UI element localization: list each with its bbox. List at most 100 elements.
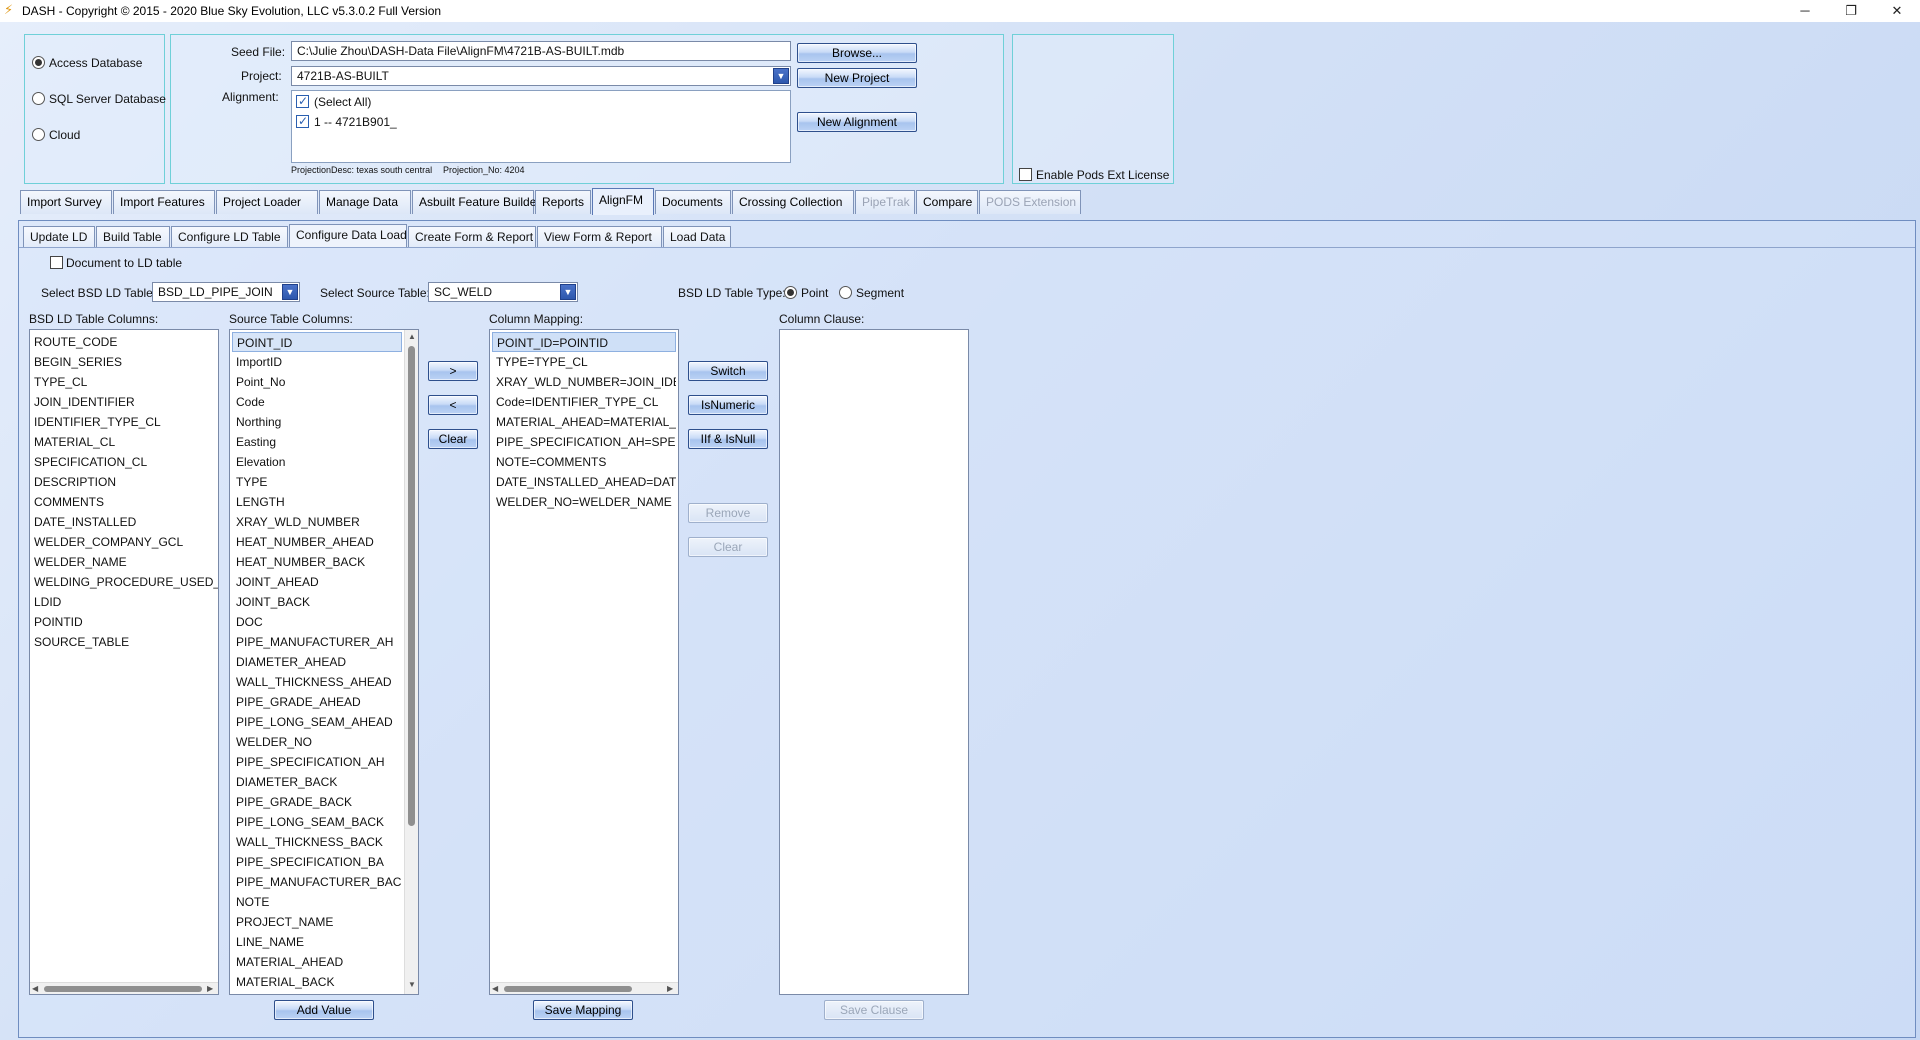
source-column-item[interactable]: PROJECT_NAME — [232, 912, 402, 932]
main-tab[interactable]: Compare — [916, 190, 978, 214]
scroll-up-icon[interactable]: ▲ — [408, 332, 416, 341]
horizontal-scrollbar[interactable]: ◀ ▶ — [30, 982, 218, 994]
browse-button[interactable]: Browse... — [797, 43, 917, 63]
select-all-checkbox[interactable] — [296, 94, 309, 108]
bsd-column-item[interactable]: TYPE_CL — [30, 372, 218, 392]
source-column-item[interactable]: WELDER_NO — [232, 732, 402, 752]
iif-isnull-button[interactable]: IIf & IsNull — [688, 429, 768, 449]
bsd-column-item[interactable]: ROUTE_CODE — [30, 332, 218, 352]
source-column-item[interactable]: PIPE_LONG_SEAM_BACK — [232, 812, 402, 832]
isnumeric-button[interactable]: IsNumeric — [688, 395, 768, 415]
bsd-column-item[interactable]: BEGIN_SERIES — [30, 352, 218, 372]
enable-pods-checkbox[interactable] — [1019, 168, 1032, 181]
save-mapping-button[interactable]: Save Mapping — [533, 1000, 633, 1020]
source-column-item[interactable]: PIPE_LONG_SEAM_AHEAD — [232, 712, 402, 732]
source-column-item[interactable]: XRAY_WLD_NUMBER — [232, 512, 402, 532]
main-tab[interactable]: PipeTrak — [855, 190, 915, 214]
source-column-item[interactable]: MATERIAL_BACK — [232, 972, 402, 992]
add-value-button[interactable]: Add Value — [274, 1000, 374, 1020]
remove-mapping-button[interactable]: < — [428, 395, 478, 415]
source-column-item[interactable]: MATERIAL_AHEAD — [232, 952, 402, 972]
switch-button[interactable]: Switch — [688, 361, 768, 381]
mapping-item[interactable]: Code=IDENTIFIER_TYPE_CL — [492, 392, 676, 412]
bsd-column-item[interactable]: JOIN_IDENTIFIER — [30, 392, 218, 412]
source-column-item[interactable]: Elevation — [232, 452, 402, 472]
main-tab[interactable]: Import Survey — [20, 190, 112, 214]
scroll-right-icon[interactable]: ▶ — [207, 984, 213, 993]
bsd-column-item[interactable]: IDENTIFIER_TYPE_CL — [30, 412, 218, 432]
main-tab[interactable]: Import Features — [113, 190, 215, 214]
source-column-item[interactable]: LENGTH — [232, 492, 402, 512]
add-mapping-button[interactable]: > — [428, 361, 478, 381]
bsd-column-item[interactable]: POINTID — [30, 612, 218, 632]
source-column-item[interactable]: HEAT_NUMBER_AHEAD — [232, 532, 402, 552]
source-column-item[interactable]: POINT_ID — [232, 332, 402, 352]
document-to-ld-checkbox[interactable] — [50, 256, 63, 269]
save-clause-button[interactable]: Save Clause — [824, 1000, 924, 1020]
scroll-left-icon[interactable]: ◀ — [492, 984, 498, 993]
source-column-item[interactable]: NOTE — [232, 892, 402, 912]
main-tab[interactable]: Reports — [535, 190, 591, 214]
project-select[interactable]: 4721B-AS-BUILT ▼ — [291, 66, 791, 86]
new-project-button[interactable]: New Project — [797, 68, 917, 88]
source-column-item[interactable]: DOC — [232, 612, 402, 632]
sub-tab[interactable]: Update LD — [23, 226, 95, 247]
clear-clause-button[interactable]: Clear — [688, 537, 768, 557]
minimize-button[interactable]: ─ — [1782, 0, 1828, 22]
source-column-item[interactable]: DIAMETER_AHEAD — [232, 652, 402, 672]
bsd-column-item[interactable]: DATE_INSTALLED — [30, 512, 218, 532]
column-mapping-list[interactable]: POINT_ID=POINTID TYPE=TYPE_CL XRAY_WLD_NUM… — [489, 329, 679, 995]
mapping-item[interactable]: DATE_INSTALLED_AHEAD=DATE_INSTALLED — [492, 472, 676, 492]
source-column-item[interactable]: Easting — [232, 432, 402, 452]
close-button[interactable]: ✕ — [1874, 0, 1920, 22]
mapping-item[interactable]: PIPE_SPECIFICATION_AH=SPECIFICATION_CL — [492, 432, 676, 452]
source-column-item[interactable]: LINE_NAME — [232, 932, 402, 952]
source-column-item[interactable]: JOINT_AHEAD — [232, 572, 402, 592]
source-column-item[interactable]: Point_No — [232, 372, 402, 392]
main-tab[interactable]: AlignFM — [592, 188, 654, 215]
point-radio[interactable] — [784, 286, 797, 299]
sub-tab[interactable]: Load Data — [663, 226, 731, 247]
bsd-columns-list[interactable]: ROUTE_CODE BEGIN_SERIES TYPE_CL JOIN_IDENTI… — [29, 329, 219, 995]
mapping-item[interactable]: NOTE=COMMENTS — [492, 452, 676, 472]
scroll-right-icon[interactable]: ▶ — [667, 984, 673, 993]
main-tab[interactable]: Project Loader — [216, 190, 318, 214]
source-column-item[interactable]: PIPE_GRADE_AHEAD — [232, 692, 402, 712]
source-column-item[interactable]: WALL_THICKNESS_AHEAD — [232, 672, 402, 692]
main-tab[interactable]: Crossing Collection — [732, 190, 854, 214]
bsd-column-item[interactable]: DESCRIPTION — [30, 472, 218, 492]
mapping-item[interactable]: TYPE=TYPE_CL — [492, 352, 676, 372]
bsd-column-item[interactable]: MATERIAL_CL — [30, 432, 218, 452]
bsd-column-item[interactable]: WELDER_NAME — [30, 552, 218, 572]
source-columns-list[interactable]: POINT_ID ImportID Point_No Code Northing East… — [229, 329, 419, 995]
horizontal-scrollbar[interactable]: ◀ ▶ — [490, 982, 678, 994]
bsd-column-item[interactable]: SOURCE_TABLE — [30, 632, 218, 652]
source-column-item[interactable]: PIPE_MANUFACTURER_BAC — [232, 872, 402, 892]
main-tab[interactable]: Asbuilt Feature Builder — [412, 190, 540, 214]
source-column-item[interactable]: PIPE_MANUFACTURER_AH — [232, 632, 402, 652]
sub-tab[interactable]: Create Form & Report — [408, 226, 536, 247]
scroll-left-icon[interactable]: ◀ — [32, 984, 38, 993]
source-column-item[interactable]: TYPE — [232, 472, 402, 492]
source-column-item[interactable]: PIPE_SPECIFICATION_BA — [232, 852, 402, 872]
mapping-item[interactable]: WELDER_NO=WELDER_NAME — [492, 492, 676, 512]
cloud-radio[interactable] — [32, 128, 45, 141]
sub-tab[interactable]: Configure LD Table — [171, 226, 288, 247]
mapping-item[interactable]: XRAY_WLD_NUMBER=JOIN_IDENTIFIER — [492, 372, 676, 392]
sql-server-radio[interactable] — [32, 92, 45, 105]
source-column-item[interactable]: Code — [232, 392, 402, 412]
vertical-scrollbar[interactable]: ▲ ▼ — [404, 330, 418, 994]
scroll-down-icon[interactable]: ▼ — [408, 980, 416, 989]
bsd-column-item[interactable]: LDID — [30, 592, 218, 612]
source-column-item[interactable]: PIPE_SPECIFICATION_AH — [232, 752, 402, 772]
main-tab[interactable]: PODS Extension — [979, 190, 1081, 214]
source-column-item[interactable]: HEAT_NUMBER_BACK — [232, 552, 402, 572]
sub-tab[interactable]: Configure Data Load — [289, 224, 407, 247]
mapping-item[interactable]: POINT_ID=POINTID — [492, 332, 676, 352]
alignment-checkbox[interactable] — [296, 114, 309, 128]
sub-tab[interactable]: View Form & Report — [537, 226, 662, 247]
bsd-column-item[interactable]: WELDING_PROCEDURE_USED_GCL — [30, 572, 218, 592]
column-clause-box[interactable] — [779, 329, 969, 995]
segment-radio[interactable] — [839, 286, 852, 299]
main-tab[interactable]: Manage Data — [319, 190, 411, 214]
